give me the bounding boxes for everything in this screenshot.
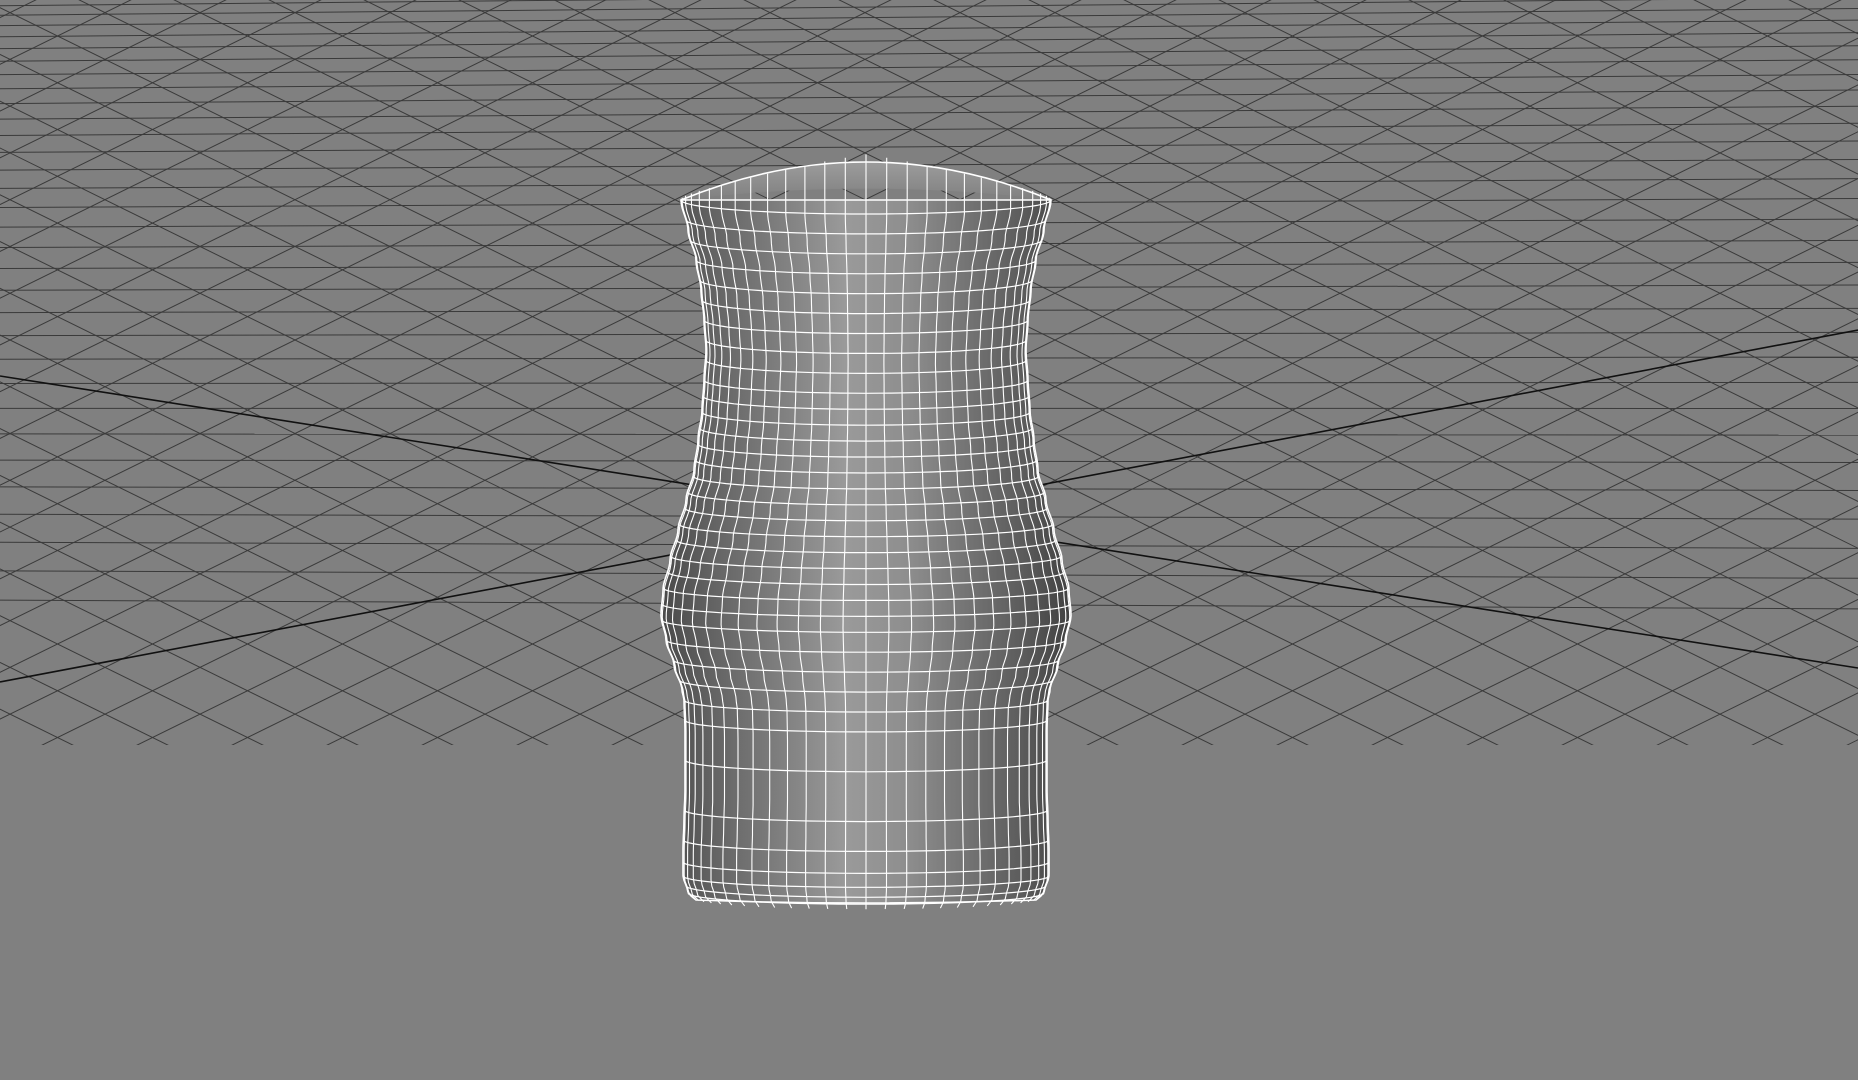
3d-viewport[interactable] [0, 0, 1858, 1080]
grid-line [0, 122, 1858, 136]
grid-line [0, 105, 1858, 120]
viewport-canvas[interactable] [0, 0, 1858, 1080]
grid-line [0, 89, 1858, 105]
grid-line [0, 140, 1858, 153]
grid-line [0, 0, 1671, 16]
grid-line [0, 45, 1858, 62]
vase-mesh[interactable] [660, 154, 1072, 910]
